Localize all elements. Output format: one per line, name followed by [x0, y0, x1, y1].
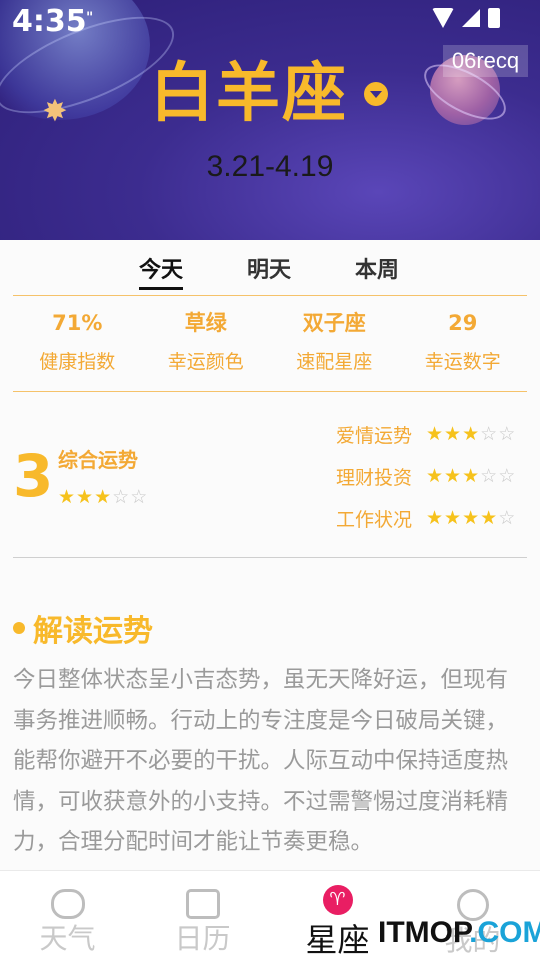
watermark-part: ITMOP	[378, 916, 470, 949]
divider	[13, 295, 527, 296]
stat-lucky-number: 29 幸运数字	[399, 305, 528, 385]
period-tabs: 今天 明天 本周	[0, 248, 540, 292]
status-bar: 4:35 "	[0, 0, 540, 48]
star-empty-icon: ☆	[130, 486, 148, 508]
stat-lucky-color: 草绿 幸运颜色	[142, 305, 271, 385]
tab-week[interactable]: 本周	[355, 252, 399, 284]
aries-icon: ♈	[322, 885, 353, 915]
star-filled-icon: ★	[480, 507, 498, 529]
nav-label: 日历	[174, 922, 231, 955]
brand-watermark: ITMOP.COM	[378, 916, 540, 950]
overall-star-rating: ★ ★ ★ ☆ ☆	[58, 486, 147, 508]
star-rating: ★ ★ ★ ☆ ☆	[426, 423, 515, 445]
reading-body: 今日整体状态呈小吉态势，虽无天降好运，但现有事务推进顺畅。行动上的专注度是今日破…	[13, 667, 509, 855]
divider	[13, 557, 527, 558]
rating-finance: 理财投资 ★ ★ ★ ☆ ☆	[336, 461, 536, 491]
rating-label: 爱情运势	[336, 424, 413, 447]
nav-item-calendar[interactable]: 日历	[135, 871, 270, 960]
tab-tomorrow[interactable]: 明天	[247, 252, 291, 284]
stat-value: 草绿	[184, 311, 227, 335]
bullet-icon	[13, 622, 25, 634]
rating-label: 理财投资	[336, 466, 413, 489]
tab-today[interactable]: 今天	[139, 252, 184, 290]
stat-health: 71% 健康指数	[13, 305, 142, 385]
rating-love: 爱情运势 ★ ★ ★ ☆ ☆	[336, 419, 536, 449]
reading-heading: 解读运势	[13, 608, 153, 649]
stat-value: 29	[448, 311, 478, 335]
star-filled-icon: ★	[462, 465, 480, 487]
stat-value: 双子座	[302, 311, 366, 335]
watermark-part: .COM	[469, 916, 540, 949]
stat-value: 71%	[52, 311, 103, 335]
stat-label: 幸运数字	[424, 351, 501, 373]
zodiac-header: ✸ 4:35 " 06recq 白羊座 3.21-4.19	[0, 0, 540, 240]
stat-label: 健康指数	[39, 351, 116, 373]
status-time: 4:35	[12, 4, 87, 39]
star-filled-icon: ★	[462, 423, 480, 445]
nav-item-weather[interactable]: 天气	[0, 871, 135, 960]
rating-label: 工作状况	[336, 508, 413, 531]
zodiac-date-range: 3.21-4.19	[206, 150, 334, 183]
wifi-icon	[432, 8, 454, 28]
star-filled-icon: ★	[426, 465, 444, 487]
overall-score: 3	[13, 442, 54, 510]
chevron-down-icon[interactable]	[364, 82, 388, 106]
signal-icon	[462, 9, 480, 27]
divider	[13, 391, 527, 392]
overlay-tag: 06recq	[443, 45, 528, 77]
reading-title: 解读运势	[33, 614, 153, 649]
star-filled-icon: ★	[76, 486, 94, 508]
stat-label: 速配星座	[296, 351, 373, 373]
cloud-face-icon	[50, 889, 85, 919]
star-rating: ★ ★ ★ ☆ ☆	[426, 465, 515, 487]
stat-label: 幸运颜色	[167, 351, 244, 373]
star-filled-icon: ★	[444, 507, 462, 529]
nav-label: 天气	[39, 922, 96, 955]
notification-icon: "	[86, 10, 94, 26]
star-filled-icon: ★	[444, 465, 462, 487]
calendar-icon	[185, 889, 220, 919]
fortune-stats: 71% 健康指数 草绿 幸运颜色 双子座 速配星座 29 幸运数字	[13, 305, 527, 385]
star-empty-icon: ☆	[498, 423, 516, 445]
star-rating: ★ ★ ★ ★ ☆	[426, 507, 515, 529]
star-filled-icon: ★	[426, 507, 444, 529]
star-empty-icon: ☆	[498, 465, 516, 487]
star-filled-icon: ★	[444, 423, 462, 445]
rating-work: 工作状况 ★ ★ ★ ★ ☆	[336, 503, 536, 533]
star-filled-icon: ★	[58, 486, 76, 508]
star-empty-icon: ☆	[498, 507, 516, 529]
star-icon: ✸	[42, 94, 68, 129]
star-filled-icon: ★	[426, 423, 444, 445]
stat-match-sign: 双子座 速配星座	[270, 305, 399, 385]
star-filled-icon: ★	[462, 507, 480, 529]
star-empty-icon: ☆	[480, 423, 498, 445]
overall-label: 综合运势	[58, 448, 138, 472]
star-empty-icon: ☆	[480, 465, 498, 487]
star-filled-icon: ★	[94, 486, 112, 508]
battery-icon	[488, 8, 500, 28]
star-empty-icon: ☆	[112, 486, 130, 508]
zodiac-sign-title[interactable]: 白羊座	[150, 54, 360, 134]
